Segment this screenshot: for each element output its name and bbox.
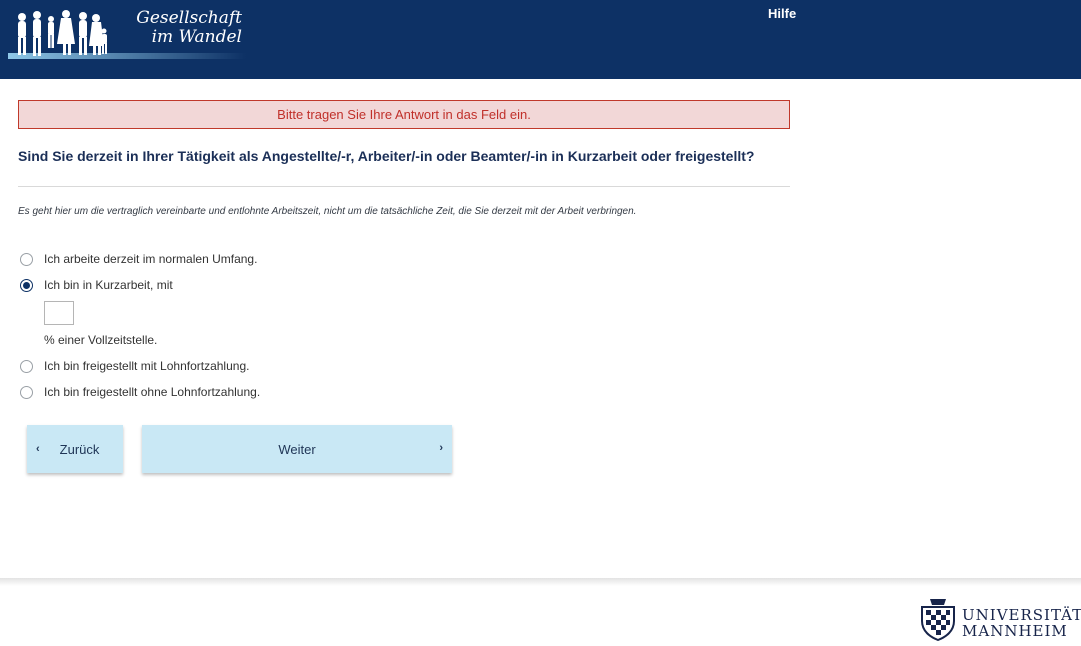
header-bar: Gesellschaft im Wandel Hilfe (0, 0, 1081, 79)
option-released-without-pay[interactable]: Ich bin freigestellt ohne Lohnfortzahlun… (20, 383, 260, 401)
gesellschaft-im-wandel-logo[interactable]: Gesellschaft im Wandel (0, 0, 248, 64)
chevron-left-icon: ‹ (36, 443, 40, 455)
percent-suffix-label: % einer Vollzeitstelle. (44, 333, 158, 347)
university-crest-icon (921, 599, 955, 642)
option-label: Ich bin in Kurzarbeit, mit (44, 278, 173, 292)
divider (18, 186, 790, 187)
radio-button[interactable] (20, 385, 33, 399)
option-kurzarbeit[interactable]: Ich bin in Kurzarbeit, mit (20, 276, 173, 294)
uni-line1: UNIVERSITÄT (962, 606, 1081, 624)
university-name: UNIVERSITÄT MANNHEIM (962, 607, 1081, 639)
option-normal-hours[interactable]: Ich arbeite derzeit im normalen Umfang. (20, 250, 257, 268)
logo-line2: im Wandel (151, 27, 242, 47)
footer-divider (0, 578, 1081, 586)
next-button[interactable]: Weiter › (142, 425, 452, 473)
radio-button-selected[interactable] (20, 278, 33, 292)
uni-line2: MANNHEIM (962, 622, 1068, 640)
option-released-with-pay[interactable]: Ich bin freigestellt mit Lohnfortzahlung… (20, 357, 249, 375)
logo-line1: Gesellschaft (136, 8, 242, 28)
logo-title: Gesellschaft im Wandel (120, 9, 242, 47)
error-message: Bitte tragen Sie Ihre Antwort in das Fel… (18, 100, 790, 129)
option-label: Ich bin freigestellt mit Lohnfortzahlung… (44, 359, 250, 373)
universitaet-mannheim-logo[interactable]: UNIVERSITÄT MANNHEIM (918, 597, 1081, 642)
radio-button[interactable] (20, 359, 33, 373)
back-button[interactable]: ‹ Zurück (27, 425, 123, 473)
question-text: Sind Sie derzeit in Ihrer Tätigkeit als … (18, 148, 755, 164)
question-hint: Es geht hier um die vertraglich vereinba… (18, 206, 637, 217)
radio-button[interactable] (20, 252, 33, 266)
option-label: Ich bin freigestellt ohne Lohnfortzahlun… (44, 385, 261, 399)
chevron-right-icon: › (439, 442, 443, 454)
back-button-label: Zurück (59, 441, 100, 457)
percent-input[interactable] (44, 301, 74, 325)
help-link[interactable]: Hilfe (768, 6, 796, 21)
option-label: Ich arbeite derzeit im normalen Umfang. (44, 252, 258, 266)
next-button-label: Weiter (278, 441, 316, 457)
